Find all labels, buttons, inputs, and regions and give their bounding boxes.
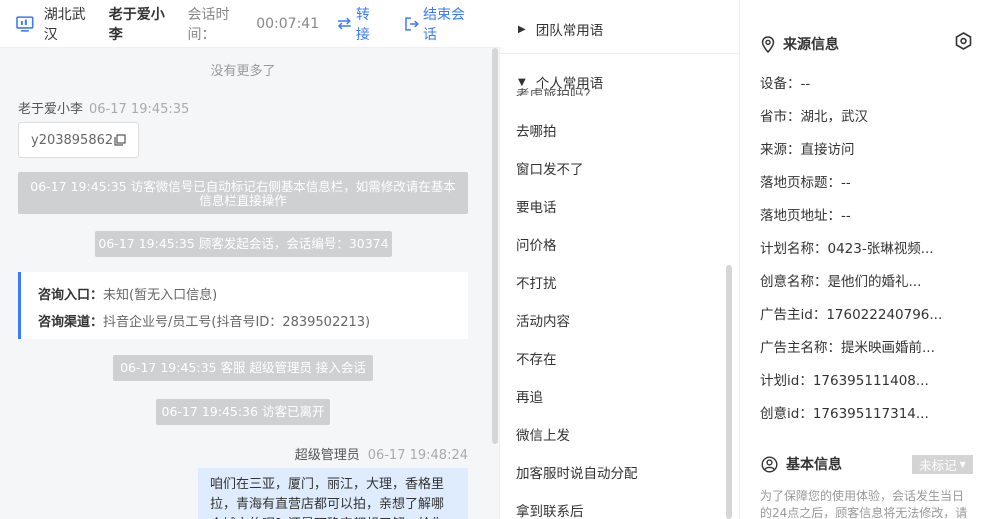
source-info-title: 来源信息 (761, 34, 839, 54)
app-window: 湖北武汉 老于爱小李 会话时间： 00:07:41 转接 结束会话 没有更多了 (0, 0, 992, 519)
location-pin-icon (761, 35, 775, 53)
phrase-item[interactable]: 窗口发不了 (516, 158, 584, 178)
system-message: 06-17 19:45:35 顾客发起会话，会话编号：30374 (95, 231, 392, 257)
visitor-message-meta: 老于爱小李 06-17 19:45:35 (18, 98, 189, 117)
session-time-value: 00:07:41 (256, 15, 320, 32)
transfer-button[interactable]: 转接 (337, 4, 383, 44)
team-phrases-label: 团队常用语 (535, 23, 604, 39)
phrase-item[interactable]: 问价格 (516, 234, 557, 254)
source-info-row: 落地页地址：-- (760, 208, 851, 224)
monitor-icon (16, 15, 34, 32)
no-more-text: 没有更多了 (210, 64, 276, 79)
caret-right-icon: ▶ (518, 23, 526, 35)
phrase-item[interactable]: 拿到联系后 (516, 500, 584, 519)
system-message: 06-17 19:45:35 客服 超级管理员 接入会话 (113, 355, 373, 381)
chevron-down-icon: ▼ (959, 460, 966, 469)
visitor-message-name: 老于爱小李 (18, 102, 84, 117)
caret-down-icon: ▼ (518, 76, 526, 88)
source-info-label: 来源信息 (783, 37, 839, 53)
basic-info-title: 基本信息 (761, 454, 842, 474)
source-info-row: 计划名称：0423-张琳视频... (760, 241, 934, 257)
phrase-item[interactable]: 不存在 (516, 348, 557, 368)
end-session-label: 结束会话 (423, 6, 466, 43)
visitor-message-bubble: y203895862 (18, 122, 140, 158)
agent-message-meta: 超级管理员 06-17 19:48:24 (295, 444, 468, 463)
entry-value: 未知(暂无入口信息) (103, 288, 218, 303)
end-session-button[interactable]: 结束会话 (405, 4, 478, 44)
phrases-panel: ▶ 团队常用语 ▼ 个人常用语 考虑旅拍吗？ 去哪拍 窗口发不了 要电话 问价格 不打扰… (500, 0, 740, 519)
chat-panel: 湖北武汉 老于爱小李 会话时间： 00:07:41 转接 结束会话 没有更多了 (0, 0, 500, 519)
system-message: 06-17 19:45:36 访客已离开 (156, 399, 330, 425)
source-info-row: 广告主名称：提米映画婚前... (760, 340, 935, 356)
channel-value: 抖音企业号/员工号(抖音号ID：2839502213) (103, 315, 371, 330)
session-time-label: 会话时间： (187, 6, 230, 43)
notice-text: 为了保障您的使用体验，会话发生当日的24点之后，顾客信息将无法修改，请 (760, 489, 968, 519)
source-info-row: 落地页标题：-- (760, 175, 851, 191)
chat-scrollbar[interactable] (492, 48, 498, 444)
source-info-row: 创意名称：是他们的婚礼... (760, 274, 922, 290)
source-info-row: 广告主id：176022240796... (760, 307, 943, 323)
phrase-item[interactable]: 微信上发 (516, 424, 570, 444)
agent-message-bubble: 咱们在三亚，厦门，丽江，大理，香格里拉，青海有直营店都可以拍，亲想了解哪个城市的… (198, 468, 468, 519)
basic-info-label: 基本信息 (786, 457, 842, 473)
tag-dropdown[interactable]: 未标记 ▼ (912, 455, 973, 474)
agent-message-time: 06-17 19:48:24 (367, 448, 468, 463)
visitor-message-time: 06-17 19:45:35 (89, 102, 190, 117)
agent-message-name: 超级管理员 (294, 448, 360, 463)
source-info-row: 设备：-- (760, 76, 811, 92)
phrases-scrollbar[interactable] (726, 265, 732, 519)
transfer-label: 转接 (355, 6, 370, 43)
user-circle-icon (761, 455, 778, 473)
phrase-item[interactable]: 去哪拍 (516, 120, 557, 140)
consult-info-card: 咨询入口：未知(暂无入口信息) 咨询渠道：抖音企业号/员工号(抖音号ID：283… (18, 272, 468, 339)
settings-icon[interactable] (955, 32, 972, 50)
visitor-region: 湖北武汉 (43, 6, 86, 43)
phrase-item[interactable]: 活动内容 (516, 310, 570, 330)
phrase-item[interactable]: 不打扰 (516, 272, 557, 292)
transfer-icon (338, 17, 351, 30)
source-info-row: 创意id：176395117314... (760, 406, 929, 422)
phrase-item[interactable]: 再追 (516, 386, 543, 406)
source-info-row: 计划id：176395111408... (760, 373, 929, 389)
chat-messages[interactable]: 没有更多了 老于爱小李 06-17 19:45:35 y203895862 06-… (0, 48, 500, 519)
channel-key: 咨询渠道： (38, 315, 104, 330)
team-phrases-group[interactable]: ▶ 团队常用语 (518, 19, 603, 39)
group-divider (500, 53, 740, 54)
source-info-row: 来源：直接访问 (760, 142, 855, 158)
source-info-row: 省市：湖北，武汉 (760, 109, 868, 125)
chat-header: 湖北武汉 老于爱小李 会话时间： 00:07:41 转接 结束会话 (0, 0, 500, 48)
tag-dropdown-label: 未标记 (919, 458, 957, 473)
copy-icon[interactable] (114, 134, 126, 146)
visitor-name: 老于爱小李 (108, 6, 165, 43)
phrase-item[interactable]: 要电话 (516, 196, 557, 216)
phrase-item[interactable]: 加客服时说自动分配 (516, 462, 638, 482)
entry-key: 咨询入口： (38, 288, 104, 303)
phrase-item-partial[interactable]: 考虑旅拍吗？ (516, 88, 597, 96)
info-panel: 来源信息 设备：-- 省市：湖北，武汉 来源：直接访问 落地页标题：-- 落地页地址：-… (741, 0, 992, 519)
exit-icon (405, 16, 420, 31)
visitor-message-text: y203895862 (31, 132, 114, 148)
system-message: 06-17 19:45:35 访客微信号已自动标记右侧基本信息栏，如需修改请在基… (18, 172, 468, 214)
